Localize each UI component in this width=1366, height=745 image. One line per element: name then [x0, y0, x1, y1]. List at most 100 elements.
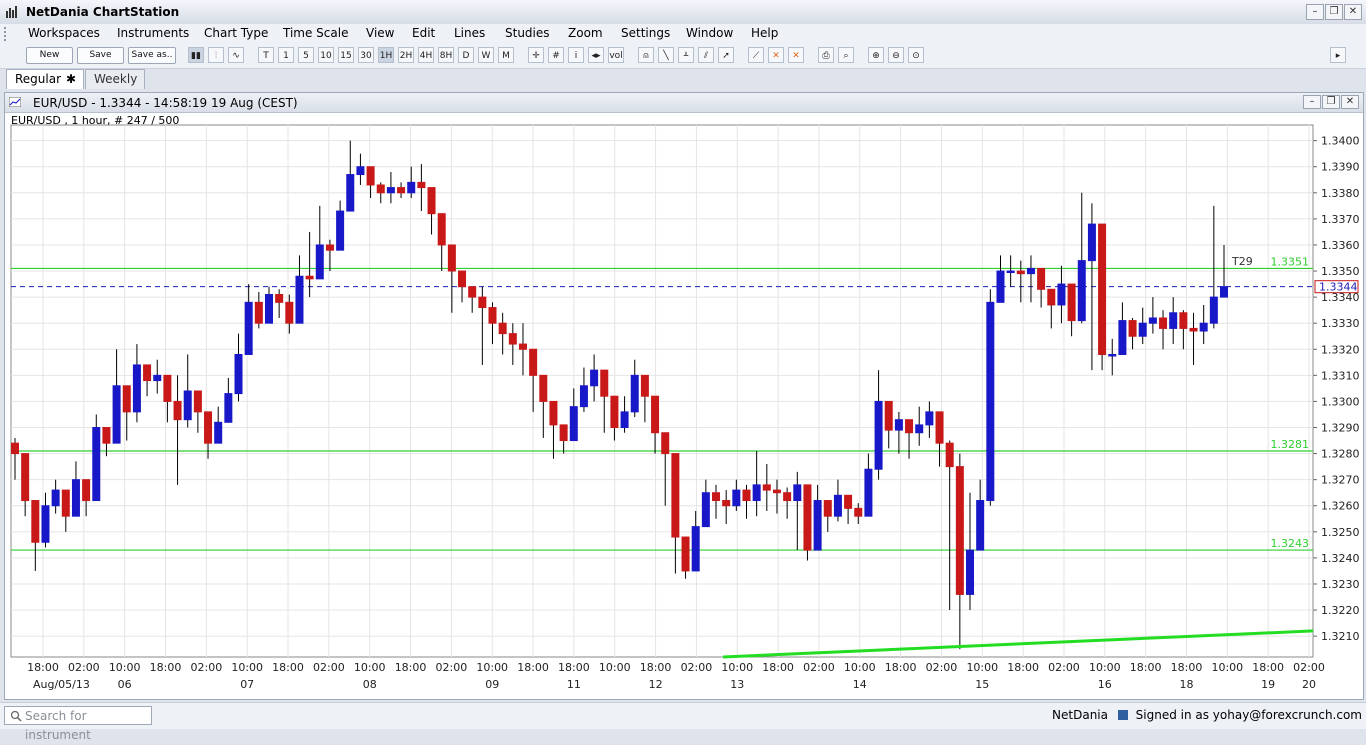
menu-zoom[interactable]: Zoom	[564, 26, 607, 40]
candle-body	[51, 489, 60, 507]
chart-restore-button[interactable]: ❐	[1322, 95, 1340, 109]
y-tick-label: 1.3360	[1321, 239, 1360, 252]
new-button[interactable]: New	[26, 47, 73, 64]
app-title: NetDania ChartStation	[26, 5, 180, 19]
tab-regular[interactable]: Regular ✱	[6, 69, 84, 89]
candle-body	[752, 484, 761, 502]
menu-lines[interactable]: Lines	[450, 26, 489, 40]
menu-workspaces[interactable]: Workspaces	[24, 26, 104, 40]
scroll-icon[interactable]: ◂▸	[588, 47, 604, 63]
scale-week[interactable]: W	[478, 47, 494, 63]
scale-4-hour[interactable]: 4H	[418, 47, 434, 63]
candle-body	[143, 364, 152, 382]
candlestick-chart-icon[interactable]: ▮▮	[188, 47, 204, 63]
panel-toggle-icon[interactable]: ▸	[1330, 47, 1346, 63]
draw-line-icon[interactable]: ╲	[658, 47, 674, 63]
x-time-label: 02:00	[926, 661, 958, 674]
chart-close-button[interactable]: ✕	[1341, 95, 1359, 109]
price-chart[interactable]: 1.33511.32811.32431.3344 1.34001.33901.3…	[5, 113, 1363, 697]
candle-body	[823, 500, 832, 517]
delete-all-icon[interactable]: ✕	[788, 47, 804, 63]
pointer-icon[interactable]: ➚	[718, 47, 734, 63]
menu-time-scale[interactable]: Time Scale	[279, 26, 352, 40]
restore-button[interactable]: ❐	[1325, 4, 1343, 20]
volume-icon[interactable]: vol	[608, 47, 624, 63]
scale-month[interactable]: M	[498, 47, 514, 63]
x-date-label: Aug/05/13	[33, 678, 90, 691]
candle-body	[742, 489, 751, 502]
scale-30-min[interactable]: 30	[358, 47, 374, 63]
candle-body	[722, 500, 731, 507]
crosshair-icon[interactable]: ✛	[528, 47, 544, 63]
delete-icon[interactable]: ✕	[768, 47, 784, 63]
candle-body	[1067, 283, 1076, 322]
info-icon[interactable]: i	[568, 47, 584, 63]
scale-2-hour[interactable]: 2H	[398, 47, 414, 63]
candle-body	[701, 492, 710, 528]
menu-edit[interactable]: Edit	[408, 26, 439, 40]
scale-1-min[interactable]: 1	[278, 47, 294, 63]
zoom-out-icon[interactable]: ⊖	[888, 47, 904, 63]
print-preview-icon[interactable]: ⌕	[838, 47, 854, 63]
ohlc-bar-chart-icon[interactable]: ⫶	[208, 47, 224, 63]
menu-settings[interactable]: Settings	[617, 26, 674, 40]
scale-15-min[interactable]: 15	[338, 47, 354, 63]
tab-weekly[interactable]: Weekly	[85, 69, 145, 89]
chart-minimize-button[interactable]: –	[1303, 95, 1321, 109]
candle-body	[630, 374, 639, 413]
candle-body	[285, 301, 294, 324]
zoom-in-icon[interactable]: ⊕	[868, 47, 884, 63]
menu-window[interactable]: Window	[682, 26, 737, 40]
candle-body	[1016, 270, 1025, 275]
candle-body	[569, 406, 578, 442]
line-chart-icon[interactable]: ∿	[228, 47, 244, 63]
x-date-label: 14	[853, 678, 867, 691]
tab-close-icon[interactable]: ✱	[66, 70, 76, 89]
x-time-label: 18:00	[272, 661, 304, 674]
x-time-label: 10:00	[1089, 661, 1121, 674]
y-tick-label: 1.3250	[1321, 526, 1360, 539]
save-button[interactable]: Save	[77, 47, 124, 64]
x-time-label: 02:00	[681, 661, 713, 674]
save-as-button[interactable]: Save as..	[128, 47, 176, 64]
scale-day[interactable]: D	[458, 47, 474, 63]
menu-instruments[interactable]: Instruments	[113, 26, 193, 40]
candle-body	[813, 500, 822, 551]
menu-view[interactable]: View	[362, 26, 398, 40]
zoom-reset-icon[interactable]: ⊙	[908, 47, 924, 63]
y-tick-label: 1.3370	[1321, 213, 1360, 226]
candle-body	[996, 270, 1005, 303]
menu-studies[interactable]: Studies	[501, 26, 554, 40]
candle-body	[508, 333, 517, 345]
menu-grip-icon	[4, 27, 10, 41]
fibonacci-icon[interactable]: ᚆ	[678, 47, 694, 63]
minimize-button[interactable]: –	[1306, 4, 1324, 20]
candle-body	[1047, 288, 1056, 306]
candle-body	[894, 419, 903, 431]
y-tick-label: 1.3340	[1321, 291, 1360, 304]
alarm-icon[interactable]: ⍝	[638, 47, 654, 63]
print-icon[interactable]: ⎙	[818, 47, 834, 63]
channel-icon[interactable]: ⫽	[698, 47, 714, 63]
candle-body	[325, 244, 334, 251]
candle-body	[204, 411, 213, 444]
scale-5-min[interactable]: 5	[298, 47, 314, 63]
scale-tick[interactable]: T	[258, 47, 274, 63]
candle-body	[945, 442, 954, 468]
x-date-label: 12	[649, 678, 663, 691]
grid-icon[interactable]: #	[548, 47, 564, 63]
menu-chart-type[interactable]: Chart Type	[200, 26, 272, 40]
candle-body	[21, 453, 30, 502]
trendline-icon[interactable]: ⟋	[748, 47, 764, 63]
candle-body	[610, 395, 619, 429]
scale-10-min[interactable]: 10	[318, 47, 334, 63]
instrument-search-input[interactable]: Search for instrument	[4, 706, 152, 742]
search-placeholder: Search for instrument	[25, 709, 91, 742]
close-button[interactable]: ✕	[1344, 4, 1362, 20]
scale-1-hour[interactable]: 1H	[378, 47, 394, 63]
scale-8-hour[interactable]: 8H	[438, 47, 454, 63]
candle-body	[1138, 322, 1147, 337]
menu-help[interactable]: Help	[747, 26, 782, 40]
candle-body	[539, 374, 548, 402]
x-date-label: 11	[567, 678, 581, 691]
